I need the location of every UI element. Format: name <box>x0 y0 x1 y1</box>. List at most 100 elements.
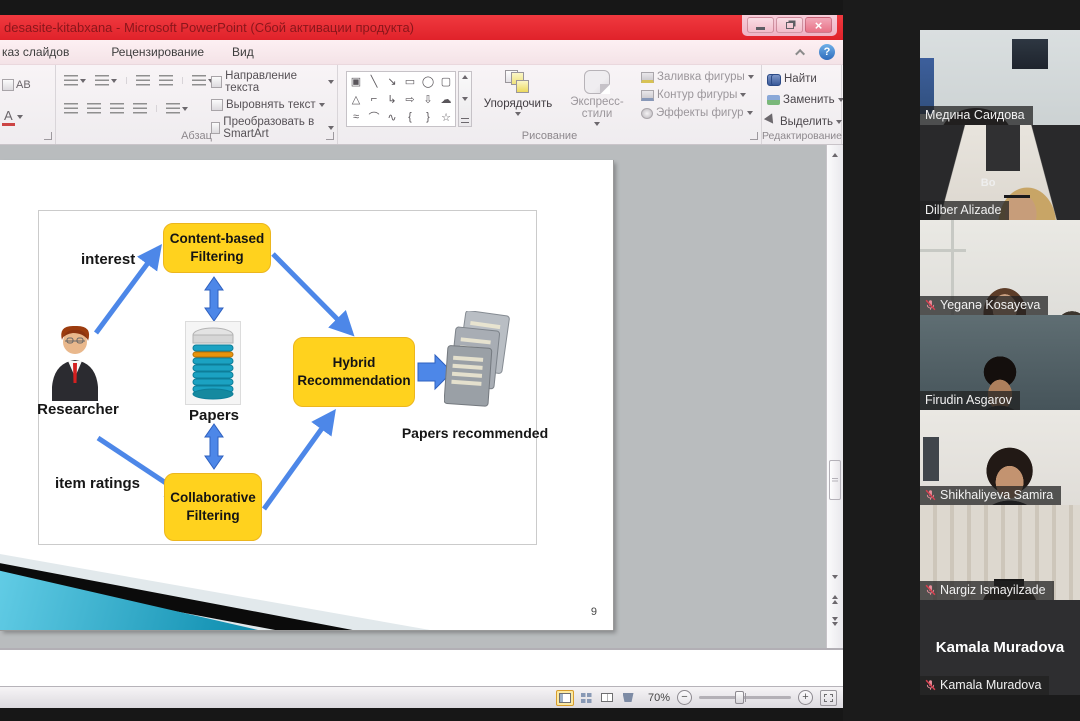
slide-page-number: 9 <box>591 606 597 618</box>
content-based-filtering-box[interactable]: Content-based Filtering <box>163 223 271 273</box>
shape-fill-button[interactable]: Заливка фигуры <box>638 70 757 84</box>
shape-curve-icon[interactable]: ∿ <box>383 108 401 126</box>
bullets-icon <box>64 75 78 86</box>
separator <box>126 77 127 84</box>
scroll-down-icon[interactable] <box>832 575 838 579</box>
minimize-icon <box>756 27 765 30</box>
decrease-indent-button[interactable] <box>134 73 152 88</box>
collaborative-filtering-box[interactable]: Collaborative Filtering <box>164 473 262 541</box>
collapse-ribbon-icon[interactable] <box>795 48 805 58</box>
tab-review[interactable]: Рецензирование <box>97 41 218 63</box>
shape-scribble-icon[interactable]: ≈ <box>347 108 365 126</box>
participant-name: Nargiz Ismayilzade <box>940 583 1046 597</box>
dropdown-caret <box>319 103 325 107</box>
numbering-button[interactable] <box>93 73 119 88</box>
quick-styles-button[interactable]: Экспресс-стили <box>558 70 636 126</box>
arrange-icon <box>505 70 531 96</box>
font-color-button[interactable]: A <box>2 107 32 127</box>
participant-tile[interactable]: Медина Саидова <box>920 30 1080 125</box>
gallery-scroll-up-icon[interactable] <box>462 75 468 79</box>
drawing-group: ▣ ╲ ↘ ▭ ◯ ▢ △ ⌐ ↳ ⇨ ⇩ ☁ ≈ ⌒ ∿ { } <box>338 65 762 144</box>
zoom-out-button[interactable]: − <box>677 690 692 705</box>
slideshow-view-icon <box>623 693 634 702</box>
participant-tile-video-off[interactable]: Kamala Muradova Kamala Muradova <box>920 600 1080 695</box>
gallery-scroll-down-icon[interactable] <box>462 97 468 101</box>
minimize-button[interactable] <box>747 17 774 33</box>
participant-tile-active-speaker[interactable]: Firudin Asgarov <box>920 315 1080 410</box>
restore-icon <box>786 22 794 29</box>
tab-slideshow[interactable]: каз слайдов <box>0 41 83 63</box>
reading-view-button[interactable] <box>598 690 616 706</box>
align-right-button[interactable] <box>108 101 126 116</box>
previous-slide-button[interactable] <box>832 595 838 604</box>
shape-oval-icon[interactable]: ◯ <box>419 72 437 90</box>
zoom-slider-thumb[interactable] <box>735 691 744 704</box>
shape-elbow-icon[interactable]: ⌐ <box>365 90 383 108</box>
find-button[interactable]: Найти <box>767 73 817 85</box>
dialog-launcher-icon[interactable] <box>750 132 758 140</box>
slideshow-view-button[interactable] <box>619 690 637 706</box>
shape-rectangle-icon[interactable]: ▭ <box>401 72 419 90</box>
select-button[interactable]: Выделить <box>767 115 842 129</box>
restore-button[interactable] <box>776 17 803 33</box>
align-text-button[interactable]: Выровнять текст <box>208 98 337 112</box>
shape-effects-icon <box>641 108 653 119</box>
dropdown-caret <box>515 112 521 116</box>
select-label: Выделить <box>780 116 833 128</box>
close-button[interactable]: × <box>805 17 832 33</box>
justify-button[interactable] <box>131 101 149 116</box>
align-left-button[interactable] <box>62 101 80 116</box>
fit-to-window-button[interactable] <box>820 690 837 706</box>
participant-name-tag: Kamala Muradova <box>920 676 1049 695</box>
text-direction-label: Направление текста <box>225 70 325 94</box>
dialog-launcher-icon[interactable] <box>326 132 334 140</box>
shape-effects-button[interactable]: Эффекты фигур <box>638 106 757 120</box>
shapes-gallery[interactable]: ▣ ╲ ↘ ▭ ◯ ▢ △ ⌐ ↳ ⇨ ⇩ ☁ ≈ ⌒ ∿ { } <box>346 71 456 127</box>
text-direction-button[interactable]: Направление текста <box>208 69 337 95</box>
shape-block-arrow-down-icon[interactable]: ⇩ <box>419 90 437 108</box>
dialog-launcher-icon[interactable] <box>44 132 52 140</box>
slide-sorter-button[interactable] <box>577 690 595 706</box>
vertical-scrollbar[interactable] <box>826 145 843 648</box>
shape-arrow-icon[interactable]: ↘ <box>383 72 401 90</box>
notes-pane[interactable] <box>0 648 843 686</box>
shape-cloud-icon[interactable]: ☁ <box>437 90 455 108</box>
arrange-button[interactable]: Упорядочить <box>480 70 556 116</box>
zoom-slider[interactable] <box>699 696 791 699</box>
shape-brace-left-icon[interactable]: { <box>401 108 419 126</box>
hybrid-recommendation-box[interactable]: Hybrid Recommendation <box>293 337 415 407</box>
next-slide-button[interactable] <box>832 617 838 626</box>
shape-star-icon[interactable]: ☆ <box>437 108 455 126</box>
shape-brace-right-icon[interactable]: } <box>419 108 437 126</box>
shape-outline-button[interactable]: Контур фигуры <box>638 88 757 102</box>
title-bar[interactable]: desasite-kitabxana - Microsoft PowerPoin… <box>0 15 843 40</box>
shape-rounded-rect-icon[interactable]: ▢ <box>437 72 455 90</box>
scrollbar-thumb[interactable] <box>829 460 841 500</box>
shape-line-icon[interactable]: ╲ <box>365 72 383 90</box>
replace-button[interactable]: Заменить <box>767 94 844 106</box>
shape-fill-label: Заливка фигуры <box>657 71 745 83</box>
tab-view[interactable]: Вид <box>218 41 268 63</box>
help-button[interactable]: ? <box>819 44 835 60</box>
shape-block-arrow-right-icon[interactable]: ⇨ <box>401 90 419 108</box>
ribbon-tab-row: каз слайдов Рецензирование Вид ? <box>0 40 843 65</box>
participant-tile[interactable]: Nargiz Ismayilzade <box>920 505 1080 600</box>
align-center-button[interactable] <box>85 101 103 116</box>
slide[interactable]: Content-based Filtering Hybrid Recommend… <box>0 160 613 630</box>
participant-tile[interactable]: Yeganə Kosayeva <box>920 220 1080 315</box>
change-case-button[interactable]: АВ <box>2 75 32 95</box>
gallery-more-icon[interactable] <box>461 118 469 123</box>
columns-button[interactable] <box>164 101 190 116</box>
shape-outline-icon <box>641 90 654 101</box>
shape-elbow-arrow-icon[interactable]: ↳ <box>383 90 401 108</box>
bullets-button[interactable] <box>62 73 88 88</box>
shape-triangle-icon[interactable]: △ <box>347 90 365 108</box>
shape-arc-icon[interactable]: ⌒ <box>365 108 383 126</box>
scroll-up-icon[interactable] <box>832 153 838 157</box>
zoom-in-button[interactable]: + <box>798 690 813 705</box>
increase-indent-button[interactable] <box>157 73 175 88</box>
participant-tile[interactable]: Bo Dilber Alizade <box>920 125 1080 220</box>
normal-view-button[interactable] <box>556 690 574 706</box>
participant-tile[interactable]: Shikhaliyeva Samira <box>920 410 1080 505</box>
shape-textbox-icon[interactable]: ▣ <box>347 72 365 90</box>
